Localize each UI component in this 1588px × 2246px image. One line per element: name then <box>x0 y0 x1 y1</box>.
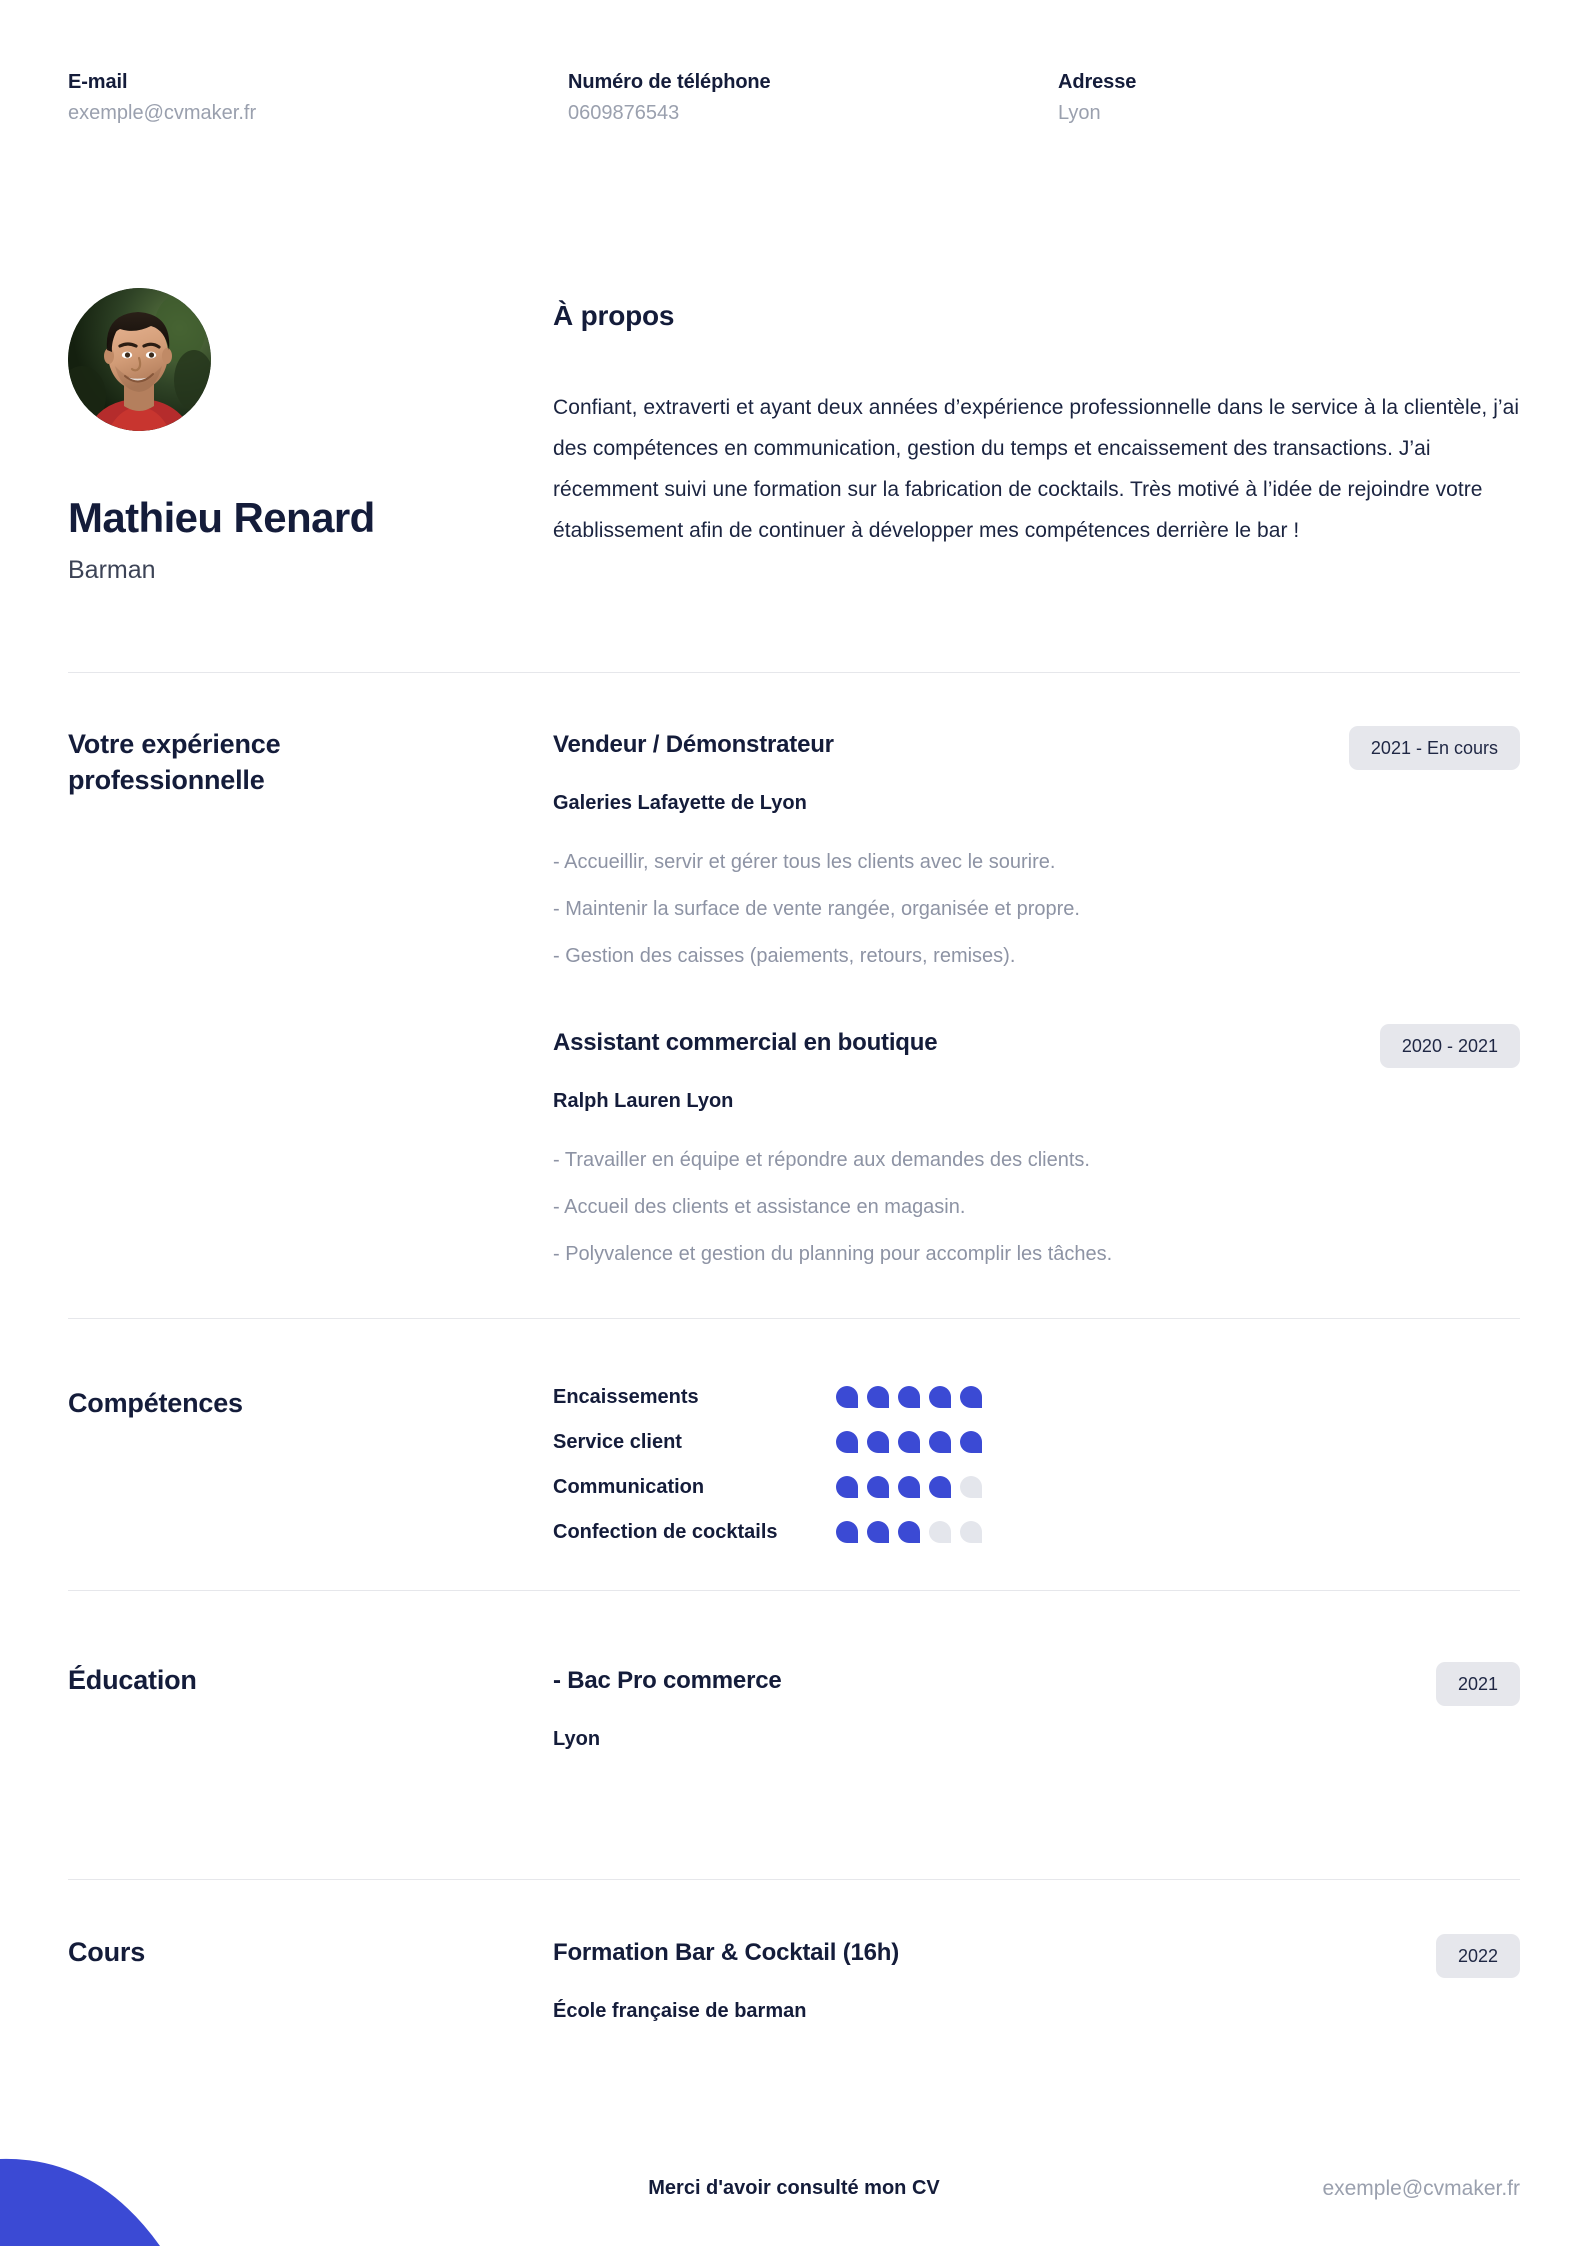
skill-dot-filled <box>929 1386 951 1408</box>
skill-label: Service client <box>553 1431 682 1453</box>
divider <box>68 672 1520 673</box>
contact-phone: Numéro de téléphone 0609876543 <box>568 70 1058 126</box>
divider <box>68 1318 1520 1319</box>
contact-email: E-mail exemple@cvmaker.fr <box>68 70 568 126</box>
list-item: - Gestion des caisses (paiements, retour… <box>553 945 1016 967</box>
entry-role: Assistant commercial en boutique <box>553 1029 938 1056</box>
skill-dot-empty <box>960 1476 982 1498</box>
education-entry: - Bac Pro commerce 2021 Lyon <box>553 1662 1520 1752</box>
entry-header: Assistant commercial en boutique 2020 - … <box>553 1024 1520 1068</box>
experience-title: Votre expérience professionnelle <box>68 729 281 796</box>
skill-rating <box>836 1431 982 1453</box>
footer-email: exemple@cvmaker.fr <box>1322 2177 1520 2200</box>
list-item: - Accueil des clients et assistance en m… <box>553 1196 966 1218</box>
skill-row: Encaissements <box>553 1385 1520 1409</box>
status-badge: 2022 <box>1435 1934 1520 1978</box>
status-badge: 2021 <box>1435 1662 1520 1706</box>
skill-row: Service client <box>553 1430 1520 1454</box>
skill-dot-filled <box>960 1431 982 1453</box>
entry-organisation: Galeries Lafayette de Lyon <box>553 792 807 814</box>
skill-dot-filled <box>898 1521 920 1543</box>
course-entry: Formation Bar & Cocktail (16h) 2022 Écol… <box>553 1934 1520 2024</box>
skills-title: Compétences <box>68 1388 243 1418</box>
contact-bar: E-mail exemple@cvmaker.fr Numéro de télé… <box>68 70 1520 126</box>
skill-dot-filled <box>898 1476 920 1498</box>
entry-bullets: - Accueillir, servir et gérer tous les c… <box>553 852 1520 966</box>
skill-dot-filled <box>898 1386 920 1408</box>
identity-block: Mathieu Renard Barman <box>68 494 528 585</box>
list-item: - Maintenir la surface de vente rangée, … <box>553 898 1080 920</box>
contact-address: Adresse Lyon <box>1058 70 1458 126</box>
skill-dot-filled <box>898 1431 920 1453</box>
skill-dot-filled <box>867 1386 889 1408</box>
course-institution: École française de barman <box>553 2000 807 2022</box>
page-title: Mathieu Renard <box>68 494 375 541</box>
status-badge: 2021 - En cours <box>1348 726 1520 770</box>
skill-rating <box>836 1386 982 1408</box>
entry-header: - Bac Pro commerce 2021 <box>553 1662 1520 1706</box>
courses-title: Cours <box>68 1937 146 1967</box>
address-value: Lyon <box>1058 102 1101 124</box>
phone-value: 0609876543 <box>568 102 680 124</box>
skill-dot-empty <box>960 1521 982 1543</box>
about-heading: À propos <box>553 300 675 331</box>
email-label: E-mail <box>68 71 128 93</box>
entry-header: Vendeur / Démonstrateur 2021 - En cours <box>553 726 1520 770</box>
job-title: Barman <box>68 556 156 585</box>
skill-dot-filled <box>929 1476 951 1498</box>
skill-row: Confection de cocktails <box>553 1520 1520 1544</box>
list-item: - Travailler en équipe et répondre aux d… <box>553 1149 1090 1171</box>
skills-list: Encaissements Service client Communicati… <box>553 1385 1520 1544</box>
entry-header: Formation Bar & Cocktail (16h) 2022 <box>553 1934 1520 1978</box>
experience-entries: Vendeur / Démonstrateur 2021 - En cours … <box>553 726 1520 1264</box>
skill-label: Confection de cocktails <box>553 1521 778 1543</box>
skill-row: Communication <box>553 1475 1520 1499</box>
skill-rating <box>836 1476 982 1498</box>
entry-role: Vendeur / Démonstrateur <box>553 731 834 758</box>
skill-label: Encaissements <box>553 1386 699 1408</box>
education-entries: - Bac Pro commerce 2021 Lyon <box>553 1662 1520 1752</box>
skill-dot-filled <box>836 1521 858 1543</box>
skill-dot-filled <box>867 1521 889 1543</box>
skill-dot-filled <box>867 1476 889 1498</box>
email-value: exemple@cvmaker.fr <box>68 102 257 124</box>
entry-organisation: Ralph Lauren Lyon <box>553 1090 734 1112</box>
skill-label: Communication <box>553 1476 705 1498</box>
education-degree: - Bac Pro commerce <box>553 1667 782 1694</box>
skill-rating <box>836 1521 982 1543</box>
courses-entries: Formation Bar & Cocktail (16h) 2022 Écol… <box>553 1934 1520 2024</box>
address-label: Adresse <box>1058 71 1137 93</box>
experience-entry: Assistant commercial en boutique 2020 - … <box>553 1024 1520 1264</box>
skill-dot-filled <box>836 1431 858 1453</box>
skill-dot-filled <box>929 1431 951 1453</box>
skill-dot-filled <box>836 1386 858 1408</box>
skill-dot-filled <box>867 1431 889 1453</box>
education-title: Éducation <box>68 1665 197 1695</box>
skill-dot-filled <box>960 1386 982 1408</box>
course-name: Formation Bar & Cocktail (16h) <box>553 1939 900 1966</box>
status-badge: 2020 - 2021 <box>1379 1024 1520 1068</box>
entry-bullets: - Travailler en équipe et répondre aux d… <box>553 1150 1520 1264</box>
skill-dot-filled <box>836 1476 858 1498</box>
avatar <box>68 288 211 431</box>
experience-entry: Vendeur / Démonstrateur 2021 - En cours … <box>553 726 1520 966</box>
list-item: - Accueillir, servir et gérer tous les c… <box>553 851 1056 873</box>
skill-dot-empty <box>929 1521 951 1543</box>
about-section: À propos Confiant, extraverti et ayant d… <box>553 300 1533 552</box>
divider <box>68 1879 1520 1880</box>
list-item: - Polyvalence et gestion du planning pou… <box>553 1243 1113 1265</box>
divider <box>68 1590 1520 1591</box>
about-text: Confiant, extraverti et ayant deux année… <box>553 396 1520 542</box>
education-location: Lyon <box>553 1728 601 1750</box>
phone-label: Numéro de téléphone <box>568 71 771 93</box>
cv-page: E-mail exemple@cvmaker.fr Numéro de télé… <box>0 0 1588 2246</box>
